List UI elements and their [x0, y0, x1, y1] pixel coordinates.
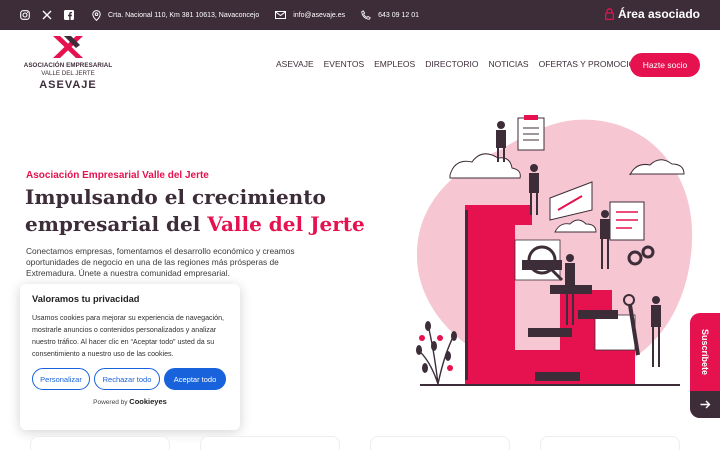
- logo[interactable]: ASOCIACIÓN EMPRESARIAL VALLE DEL JERTE A…: [20, 34, 116, 91]
- powered-by-label: Powered by: [93, 399, 128, 406]
- nav-item-noticias[interactable]: NOTICIAS: [488, 59, 528, 69]
- logo-line-1: ASOCIACIÓN EMPRESARIAL: [23, 62, 113, 69]
- cookie-powered-by: Powered by Cookieyes: [32, 397, 228, 406]
- feature-card: [370, 436, 510, 450]
- lock-icon: [604, 8, 614, 20]
- nav-item-eventos[interactable]: EVENTOS: [324, 59, 364, 69]
- phone-icon: [361, 10, 371, 20]
- cookie-text: Usamos cookies para mejorar su experienc…: [32, 314, 225, 358]
- subscribe-label-wrap: Suscríbete: [690, 313, 720, 391]
- cookie-buttons: Personalizar Rechazar todo Aceptar todo: [32, 368, 228, 390]
- asevaje-logo-icon: [53, 36, 83, 58]
- feature-card: [200, 436, 340, 450]
- facebook-icon[interactable]: [64, 10, 74, 20]
- phone-info[interactable]: 643 09 12 01: [361, 10, 419, 20]
- hero-subtitle: Asociación Empresarial Valle del Jerte: [26, 170, 209, 181]
- location-pin-icon: [92, 9, 101, 21]
- hazte-socio-button[interactable]: Hazte socio: [630, 53, 700, 77]
- feature-card: [540, 436, 680, 450]
- cookie-title: Valoramos tu privacidad: [32, 294, 140, 304]
- subscribe-side-tab[interactable]: Suscríbete: [690, 313, 720, 418]
- logo-line-3: ASEVAJE: [39, 79, 97, 91]
- email-info[interactable]: info@asevaje.es: [275, 11, 345, 19]
- cookie-customize-button[interactable]: Personalizar: [32, 368, 90, 390]
- logo-line-2: VALLE DEL JERTE: [41, 70, 95, 77]
- main-nav: ASEVAJE EVENTOS EMPLEOS DIRECTORIO NOTIC…: [276, 59, 653, 69]
- header: ASOCIACIÓN EMPRESARIAL VALLE DEL JERTE A…: [0, 30, 720, 102]
- address-text: Crta. Nacional 110, Km 381 10613, Navaco…: [108, 11, 260, 19]
- arrow-right-icon[interactable]: [690, 391, 720, 418]
- nav-item-directorio[interactable]: DIRECTORIO: [425, 59, 478, 69]
- hero-description: Conectamos empresas, fomentamos el desar…: [26, 246, 295, 278]
- instagram-icon[interactable]: [20, 10, 30, 20]
- hero-title-accent: Valle del Jerte: [207, 212, 365, 236]
- area-asociado-link[interactable]: Área asociado: [604, 7, 700, 21]
- email-text[interactable]: info@asevaje.es: [293, 12, 345, 19]
- hero-illustration: [416, 115, 693, 386]
- nav-item-asevaje[interactable]: ASEVAJE: [276, 59, 314, 69]
- phone-text[interactable]: 643 09 12 01: [378, 12, 419, 19]
- x-icon[interactable]: [42, 10, 52, 20]
- top-bar: Crta. Nacional 110, Km 381 10613, Navaco…: [0, 0, 720, 30]
- cookie-reject-button[interactable]: Rechazar todo: [94, 368, 160, 390]
- social-links: [20, 10, 74, 20]
- hero-title: Impulsando el crecimiento empresarial de…: [25, 184, 365, 238]
- subscribe-label: Suscríbete: [700, 328, 710, 376]
- page: Crta. Nacional 110, Km 381 10613, Navaco…: [0, 0, 720, 450]
- nav-item-empleos[interactable]: EMPLEOS: [374, 59, 415, 69]
- area-asociado-label[interactable]: Área asociado: [618, 7, 700, 21]
- feature-card: [30, 436, 170, 450]
- cookie-consent-modal: Valoramos tu privacidad Usamos cookies p…: [20, 284, 240, 430]
- address-info: Crta. Nacional 110, Km 381 10613, Navaco…: [92, 9, 260, 21]
- cookieyes-brand: Cookieyes: [129, 397, 167, 406]
- cookie-accept-button[interactable]: Aceptar todo: [164, 368, 226, 390]
- mail-icon: [275, 11, 287, 19]
